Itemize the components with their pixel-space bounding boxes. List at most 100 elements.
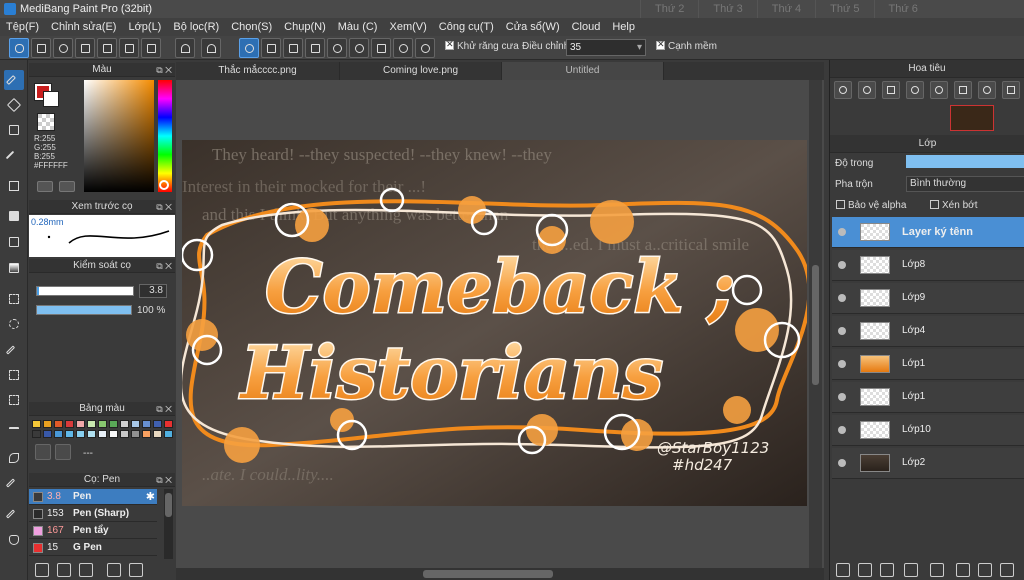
hue-slider[interactable]	[158, 80, 172, 192]
no-snap-icon[interactable]	[239, 38, 259, 58]
save-icon[interactable]	[31, 38, 51, 58]
canvas-horizontal-scrollbar[interactable]	[176, 568, 824, 580]
panel-buttons[interactable]: ⧉ ✕	[156, 63, 172, 77]
palette-swatch[interactable]	[32, 420, 41, 428]
scroll-thumb[interactable]	[812, 265, 819, 385]
grid-icon[interactable]	[141, 38, 161, 58]
cloud-brush-icon[interactable]	[35, 563, 49, 577]
menu-filter[interactable]: Bộ lọc(R)	[167, 18, 225, 36]
canvas-vertical-scrollbar[interactable]	[809, 80, 822, 568]
palette-swatch[interactable]	[76, 430, 85, 438]
zoom-in-icon[interactable]	[858, 81, 876, 99]
menu-view[interactable]: Xem(V)	[383, 18, 432, 36]
palette-swatch[interactable]	[109, 420, 118, 428]
new-halftone-layer-icon[interactable]	[858, 563, 872, 577]
cloud-icon[interactable]	[9, 38, 29, 58]
artwork-canvas[interactable]: They heard! --they suspected! --they kne…	[182, 140, 807, 506]
merge-down-icon[interactable]	[956, 563, 970, 577]
brush-list-scrollbar[interactable]	[164, 489, 173, 559]
layer-row[interactable]: Lớp4	[832, 316, 1024, 347]
protect-alpha-checkbox[interactable]: Bảo vệ alpha	[836, 200, 906, 211]
menu-tools[interactable]: Công cụ(T)	[433, 18, 500, 36]
divide-tool-icon[interactable]	[4, 473, 24, 493]
brush-size-slider[interactable]	[36, 286, 134, 296]
palette-swatch[interactable]	[131, 420, 140, 428]
blend-mode-select[interactable]: Bình thường	[906, 176, 1024, 192]
visibility-icon[interactable]	[838, 294, 846, 302]
new-brush-icon[interactable]	[57, 563, 71, 577]
curve-snap-icon[interactable]	[371, 38, 391, 58]
correction-select[interactable]: 35 ▾	[566, 39, 646, 56]
vanishing-snap-icon[interactable]	[305, 38, 325, 58]
add-palette-icon[interactable]	[35, 444, 51, 460]
concentric-snap-icon[interactable]	[349, 38, 369, 58]
color-wheel-button[interactable]	[37, 181, 53, 192]
lasso-tool-icon[interactable]	[4, 314, 24, 334]
copy-layer-icon[interactable]	[880, 563, 894, 577]
palette-swatch[interactable]	[32, 430, 41, 438]
navigator-thumbnail[interactable]	[950, 105, 994, 131]
background-color[interactable]	[43, 91, 59, 107]
visibility-icon[interactable]	[838, 261, 846, 269]
panel-buttons[interactable]: ⧉ ✕	[156, 259, 172, 273]
brush-item[interactable]: 153 Pen (Sharp)	[29, 506, 157, 522]
scroll-thumb[interactable]	[423, 570, 553, 578]
clip-checkbox[interactable]: Xén bớt	[930, 200, 977, 211]
brush-size-value[interactable]: 3.8	[139, 284, 167, 298]
palette-swatch[interactable]	[142, 420, 151, 428]
tab-untitled[interactable]: Untitled	[502, 62, 664, 80]
magic-wand-icon[interactable]	[4, 340, 24, 360]
circle-snap-icon[interactable]	[393, 38, 413, 58]
visibility-icon[interactable]	[838, 327, 846, 335]
menu-cloud[interactable]: Cloud	[566, 18, 607, 36]
line-tool-icon[interactable]	[4, 145, 24, 165]
saturation-value-picker[interactable]	[84, 80, 154, 192]
folder-icon[interactable]	[930, 563, 944, 577]
palette-swatch[interactable]	[87, 430, 96, 438]
brush-copy-icon[interactable]	[107, 563, 121, 577]
palette-swatch[interactable]	[109, 430, 118, 438]
eyedropper-icon[interactable]	[4, 504, 24, 524]
fill-rect-tool-icon[interactable]	[4, 206, 24, 226]
gradient-tool-icon[interactable]	[4, 258, 24, 278]
text-tool-icon[interactable]	[4, 422, 24, 442]
visibility-icon[interactable]	[838, 360, 846, 368]
tab-thac-mac[interactable]: Thắc mắcccc.png	[176, 62, 340, 80]
parallel-snap-icon[interactable]	[261, 38, 281, 58]
soft-edge-checkbox[interactable]: Cạnh mềm	[656, 39, 717, 52]
color-add-button[interactable]	[59, 181, 75, 192]
palette-swatch[interactable]	[98, 420, 107, 428]
visibility-icon[interactable]	[838, 459, 846, 467]
menu-color[interactable]: Màu (C)	[332, 18, 384, 36]
panel-icon[interactable]	[97, 38, 117, 58]
scroll-thumb[interactable]	[165, 493, 172, 517]
layer-settings-icon[interactable]	[978, 563, 992, 577]
palette-swatch[interactable]	[87, 420, 96, 428]
palette-swatch[interactable]	[76, 420, 85, 428]
menu-layer[interactable]: Lớp(L)	[122, 18, 167, 36]
palette-swatch[interactable]	[131, 430, 140, 438]
menu-help[interactable]: Help	[606, 18, 641, 36]
brush-item[interactable]: 3.8 Pen ✱	[29, 489, 157, 505]
palette-swatch[interactable]	[65, 420, 74, 428]
brush-folder-icon[interactable]	[129, 563, 143, 577]
palette-swatch[interactable]	[142, 430, 151, 438]
brush-opacity-slider[interactable]	[36, 305, 132, 315]
layer-row[interactable]: Lớp2	[832, 448, 1024, 479]
redo-icon[interactable]	[201, 38, 221, 58]
menu-file[interactable]: Tệp(F)	[0, 18, 45, 36]
panel-buttons[interactable]: ⧉ ✕	[156, 402, 172, 416]
rotate-left-icon[interactable]	[930, 81, 948, 99]
flip-icon[interactable]	[1002, 81, 1020, 99]
brush-item[interactable]: 167 Pen tẩy	[29, 523, 157, 539]
palette-swatch[interactable]	[43, 430, 52, 438]
visibility-icon[interactable]	[838, 228, 846, 236]
undo-icon[interactable]	[175, 38, 195, 58]
fit-icon[interactable]	[882, 81, 900, 99]
panel-buttons[interactable]: ⧉ ✕	[156, 473, 172, 487]
antialias-checkbox[interactable]: Khử răng cưa	[445, 39, 519, 52]
palette-swatch[interactable]	[153, 420, 162, 428]
palette-swatch[interactable]	[54, 430, 63, 438]
hue-knob[interactable]	[159, 180, 169, 190]
panel-buttons[interactable]: ⧉ ✕	[156, 200, 172, 214]
